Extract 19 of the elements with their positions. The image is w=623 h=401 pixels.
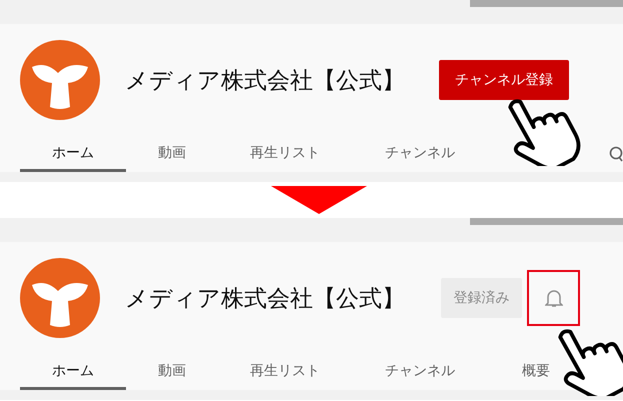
channel-tab[interactable]: ホーム xyxy=(20,354,126,390)
channel-tab[interactable]: 動画 xyxy=(126,354,218,390)
channel-tab[interactable]: チャンネル xyxy=(352,354,488,390)
subscribed-button[interactable]: 登録済み xyxy=(441,278,522,318)
channel-name: メディア株式会社【公式】 xyxy=(125,66,406,96)
channel-tab[interactable]: 再生リスト xyxy=(218,354,352,390)
channel-tab[interactable]: 動画 xyxy=(126,136,218,172)
down-arrow-icon xyxy=(270,186,366,214)
subscribe-button[interactable]: チャンネル登録 xyxy=(439,60,569,100)
channel-tab[interactable]: 概要 xyxy=(522,354,550,390)
channel-name: メディア株式会社【公式】 xyxy=(125,284,406,314)
bell-button[interactable] xyxy=(527,270,580,326)
channel-tab[interactable]: チャンネル xyxy=(352,136,488,172)
scrollbar[interactable] xyxy=(470,0,623,7)
search-icon[interactable] xyxy=(609,146,623,162)
channel-tab[interactable]: ホーム xyxy=(20,136,126,172)
bell-icon xyxy=(544,288,562,308)
scrollbar[interactable] xyxy=(470,218,623,225)
channel-tab[interactable]: 再生リスト xyxy=(218,136,352,172)
